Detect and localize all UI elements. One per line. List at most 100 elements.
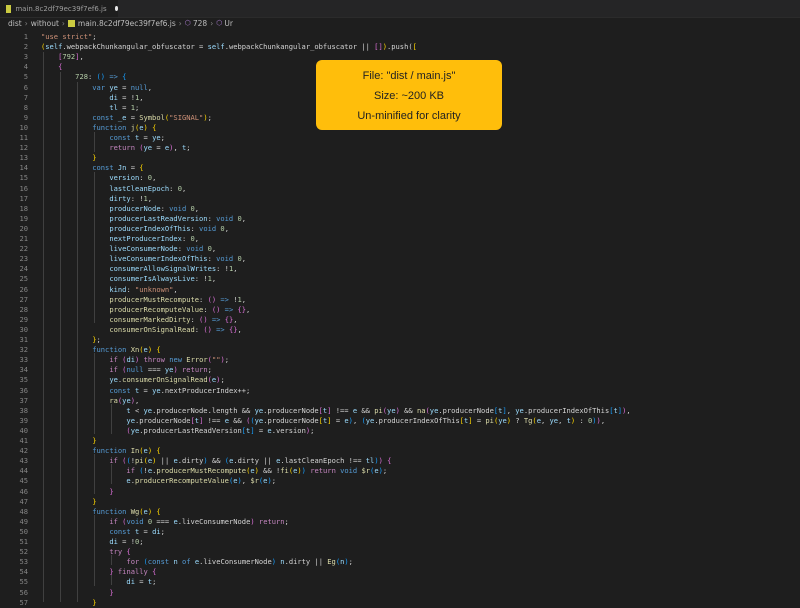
- code-text: 728: () => {: [75, 72, 127, 82]
- code-text: consumerOnSignalRead: () => {},: [109, 324, 242, 334]
- code-line[interactable]: 52 try {: [0, 547, 800, 557]
- chevron-right-icon: ›: [210, 18, 214, 28]
- code-line[interactable]: 40 (ye.producerLastReadVersion[t] = e.ve…: [0, 426, 800, 436]
- callout-size: Size: ~200 KB: [373, 90, 445, 102]
- code-line[interactable]: 23 liveConsumerIndexOfThis: void 0,: [0, 254, 800, 264]
- code-text: } finally {: [109, 567, 157, 577]
- line-number: 45: [19, 476, 28, 486]
- code-line[interactable]: 47 }: [0, 497, 800, 507]
- code-line[interactable]: 38 t < ye.producerNode.length && ye.prod…: [0, 406, 800, 416]
- code-text: (ye.producerLastReadVersion[t] = e.versi…: [126, 425, 315, 435]
- code-line[interactable]: 43 if ((!pi(e) || e.dirty) && (e.dirty |…: [0, 456, 800, 466]
- code-line[interactable]: 29 consumerMarkedDirty: () => {},: [0, 315, 800, 325]
- line-number: 18: [19, 203, 28, 213]
- code-line[interactable]: 37 ra(ye),: [0, 396, 800, 406]
- code-line[interactable]: 39 ye.producerNode[t] !== e && ((ye.prod…: [0, 416, 800, 426]
- line-number: 34: [19, 365, 28, 375]
- code-line[interactable]: 16 lastCleanEpoch: 0,: [0, 184, 800, 194]
- code-text: function j(e) {: [92, 122, 157, 132]
- code-text: const Jn = {: [92, 163, 144, 173]
- code-line[interactable]: 55 di = t;: [0, 577, 800, 587]
- code-text: (self.webpackChunkangular_obfuscator = s…: [41, 42, 417, 52]
- code-line[interactable]: 33 if (di) throw new Error("");: [0, 355, 800, 365]
- code-line[interactable]: 45 e.producerRecomputeValue(e), $r(e);: [0, 476, 800, 486]
- code-line[interactable]: 15 version: 0,: [0, 173, 800, 183]
- code-line[interactable]: 19 producerLastReadVersion: void 0,: [0, 214, 800, 224]
- tab-main-js[interactable]: main.8c2df79ec39f7ef6.js: [0, 0, 118, 17]
- line-number: 1: [23, 32, 28, 41]
- code-line[interactable]: 35 ye.consumerOnSignalRead(e);: [0, 375, 800, 385]
- breadcrumb-symbol-ur[interactable]: Ur: [224, 19, 233, 28]
- code-text: function In(e) {: [92, 446, 161, 456]
- code-line[interactable]: 14 const Jn = {: [0, 163, 800, 173]
- code-text: producerIndexOfThis: void 0,: [109, 223, 229, 233]
- line-number: 53: [19, 557, 28, 567]
- code-text: tl = 1;: [109, 102, 140, 112]
- code-text: e.producerRecomputeValue(e), $r(e);: [126, 476, 277, 486]
- breadcrumb-folder-without[interactable]: without: [31, 19, 59, 28]
- code-line[interactable]: 11 const t = ye;: [0, 133, 800, 143]
- breadcrumb-symbol-728[interactable]: 728: [193, 19, 207, 28]
- code-line[interactable]: 2 (self.webpackChunkangular_obfuscator = …: [0, 42, 800, 52]
- code-line[interactable]: 42 function In(e) {: [0, 446, 800, 456]
- line-number: 39: [19, 415, 28, 425]
- code-line[interactable]: 44 if (!e.producerMustRecompute(e) && !f…: [0, 466, 800, 476]
- line-number: 46: [19, 486, 28, 496]
- code-line[interactable]: 28 producerRecomputeValue: () => {},: [0, 305, 800, 315]
- code-line[interactable]: 36 const t = ye.nextProducerIndex++;: [0, 386, 800, 396]
- line-number: 22: [19, 244, 28, 254]
- code-line[interactable]: 50 const t = di;: [0, 527, 800, 537]
- code-line[interactable]: 26 kind: "unknown",: [0, 285, 800, 295]
- code-text: }: [92, 436, 97, 445]
- code-line[interactable]: 27 producerMustRecompute: () => !1,: [0, 295, 800, 305]
- code-line[interactable]: 53 for (const n of e.liveConsumerNode) n…: [0, 557, 800, 567]
- code-line[interactable]: 24 consumerAllowSignalWrites: !1,: [0, 264, 800, 274]
- code-line[interactable]: 31 };: [0, 335, 800, 345]
- code-line[interactable]: 21 nextProducerIndex: 0,: [0, 234, 800, 244]
- code-text: function Wg(e) {: [92, 506, 161, 516]
- code-line[interactable]: 41 }: [0, 436, 800, 446]
- code-line[interactable]: 48 function Wg(e) {: [0, 507, 800, 517]
- code-line[interactable]: 34 if (null === ye) return;: [0, 365, 800, 375]
- line-number: 41: [19, 436, 28, 445]
- code-line[interactable]: 54 } finally {: [0, 567, 800, 577]
- line-number: 26: [19, 284, 28, 294]
- line-number: 48: [19, 506, 28, 516]
- code-line[interactable]: 49 if (void 0 === e.liveConsumerNode) re…: [0, 517, 800, 527]
- line-number: 3: [23, 52, 28, 62]
- code-line[interactable]: 17 dirty: !1,: [0, 194, 800, 204]
- code-text: di = !1,: [109, 92, 144, 102]
- code-line[interactable]: 12 return (ye = e), t;: [0, 143, 800, 153]
- chevron-right-icon: ›: [178, 18, 182, 28]
- code-text: liveConsumerIndexOfThis: void 0,: [109, 254, 247, 264]
- code-line[interactable]: 20 producerIndexOfThis: void 0,: [0, 224, 800, 234]
- code-text: di = !0;: [109, 537, 144, 546]
- code-text: {: [58, 62, 63, 72]
- line-number: 27: [19, 294, 28, 304]
- line-number: 11: [19, 133, 28, 142]
- line-number: 14: [19, 163, 28, 173]
- code-line[interactable]: 13 }: [0, 153, 800, 163]
- code-line[interactable]: 18 producerNode: void 0,: [0, 204, 800, 214]
- code-line[interactable]: 32 function Xn(e) {: [0, 345, 800, 355]
- code-line[interactable]: 56 }: [0, 588, 800, 598]
- breadcrumb-folder-dist[interactable]: dist: [8, 19, 22, 28]
- code-text: nextProducerIndex: 0,: [109, 234, 200, 243]
- line-number: 9: [23, 112, 28, 122]
- code-line[interactable]: 51 di = !0;: [0, 537, 800, 547]
- code-text: kind: "unknown",: [109, 284, 178, 294]
- code-line[interactable]: 25 consumerIsAlwaysLive: !1,: [0, 274, 800, 284]
- breadcrumb-file[interactable]: main.8c2df79ec39f7ef6.js: [78, 19, 176, 28]
- line-number: 44: [19, 466, 28, 476]
- code-line[interactable]: 46 }: [0, 487, 800, 497]
- code-line[interactable]: 30 consumerOnSignalRead: () => {},: [0, 325, 800, 335]
- code-line[interactable]: 22 liveConsumerNode: void 0,: [0, 244, 800, 254]
- code-text: const t = ye.nextProducerIndex++;: [109, 385, 251, 395]
- code-text: consumerAllowSignalWrites: !1,: [109, 264, 238, 274]
- line-number: 57: [19, 597, 28, 607]
- line-number: 21: [19, 234, 28, 243]
- line-number: 6: [23, 82, 28, 92]
- line-number: 7: [23, 92, 28, 102]
- code-line[interactable]: 57 }: [0, 598, 800, 608]
- code-line[interactable]: 1 "use strict";: [0, 32, 800, 42]
